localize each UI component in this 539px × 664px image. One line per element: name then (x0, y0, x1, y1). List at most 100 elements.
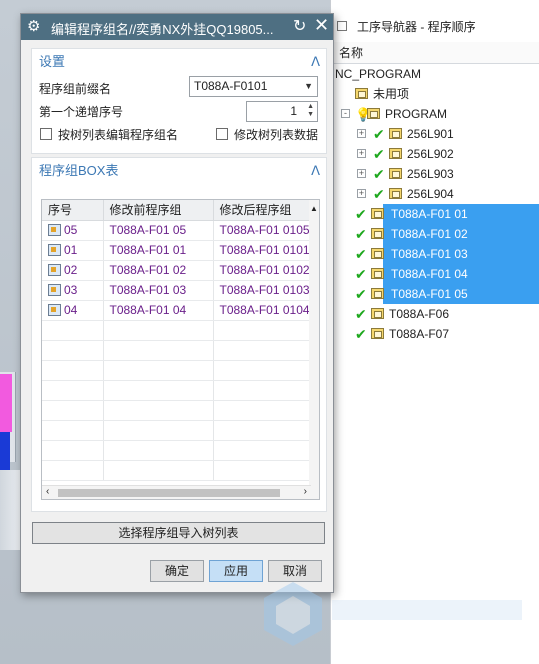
table-row[interactable]: 02 T088A-F01 02 T088A-F01 0102 (42, 260, 312, 281)
gear-icon[interactable]: ⚙ (27, 17, 40, 35)
ok-button[interactable]: 确定 (150, 560, 204, 582)
table-row[interactable] (42, 380, 312, 401)
table-cell[interactable] (42, 440, 104, 461)
scroll-left-icon[interactable]: ‹ (46, 486, 49, 497)
table-cell[interactable] (42, 360, 104, 381)
first-seq-stepper[interactable]: 1 ▲ ▼ (246, 101, 318, 122)
table-row[interactable]: 05 T088A-F01 05 T088A-F01 0105 (42, 220, 312, 241)
table-cell[interactable] (103, 460, 214, 481)
tree-item[interactable]: ✔ T088A-F01 01 (331, 204, 539, 224)
tree-item[interactable]: ✔ T088A-F06 (331, 304, 539, 324)
col-before[interactable]: 修改前程序组 (103, 200, 214, 221)
reset-icon[interactable]: ↻ (293, 16, 306, 36)
table-cell[interactable]: T088A-F01 03 (103, 280, 214, 301)
table-row[interactable] (42, 320, 312, 341)
dropdown-arrow-icon[interactable]: ▼ (304, 77, 313, 96)
table-cell[interactable]: T088A-F01 0103 (213, 280, 312, 301)
table-row[interactable]: 01 T088A-F01 01 T088A-F01 0101 (42, 240, 312, 261)
table-cell[interactable] (103, 440, 214, 461)
table-cell[interactable]: 05 (42, 220, 104, 241)
tree-item[interactable]: 未用项 (331, 84, 539, 104)
table-cell[interactable] (42, 320, 104, 341)
table-row[interactable] (42, 420, 312, 441)
settings-header[interactable]: 设置 ᐱ (32, 49, 326, 74)
tree-item[interactable]: ✔ T088A-F01 05 (331, 284, 539, 304)
stepper-arrows-icon[interactable]: ▲ ▼ (307, 103, 314, 119)
vertical-scrollbar[interactable]: ▲ (309, 200, 319, 499)
import-to-tree-button[interactable]: 选择程序组导入树列表 (32, 522, 325, 544)
table-cell[interactable] (213, 340, 312, 361)
table-cell[interactable] (42, 420, 104, 441)
table-cell[interactable] (42, 460, 104, 481)
tree-item[interactable]: ✔ T088A-F01 04 (331, 264, 539, 284)
table-cell[interactable] (103, 420, 214, 441)
table-cell[interactable]: T088A-F01 05 (103, 220, 214, 241)
table-cell[interactable]: 04 (42, 300, 104, 321)
tree-item[interactable]: ✔ T088A-F01 02 (331, 224, 539, 244)
tree-item[interactable]: + ✔ 256L903 (331, 164, 539, 184)
table-cell[interactable] (103, 360, 214, 381)
table-cell[interactable]: T088A-F01 0105 (213, 220, 312, 241)
table-row[interactable]: 04 T088A-F01 04 T088A-F01 0104 (42, 300, 312, 321)
table-cell[interactable] (103, 380, 214, 401)
chevron-up-icon[interactable]: ᐱ (311, 158, 320, 183)
program-folder-icon (371, 288, 384, 299)
collapse-toggle-icon[interactable]: - (341, 109, 350, 118)
tree-item[interactable]: ✔ T088A-F01 03 (331, 244, 539, 264)
col-after[interactable]: 修改后程序组 (213, 200, 312, 221)
table-cell[interactable] (213, 420, 312, 441)
table-row[interactable]: 03 T088A-F01 03 T088A-F01 0103 (42, 280, 312, 301)
table-cell[interactable] (42, 380, 104, 401)
table-cell[interactable]: T088A-F01 0102 (213, 260, 312, 281)
expand-toggle-icon[interactable]: + (357, 149, 366, 158)
table-cell[interactable]: 01 (42, 240, 104, 261)
expand-toggle-icon[interactable]: + (357, 129, 366, 138)
table-row[interactable] (42, 460, 312, 481)
tree-item[interactable]: - 💡 PROGRAM (331, 104, 539, 124)
table-cell[interactable]: T088A-F01 0104 (213, 300, 312, 321)
prefix-select[interactable]: T088A-F0101 ▼ (189, 76, 318, 97)
table-cell[interactable] (42, 340, 104, 361)
tree-item[interactable]: + ✔ 256L901 (331, 124, 539, 144)
table-cell[interactable] (103, 320, 214, 341)
table-row[interactable] (42, 340, 312, 361)
table-cell[interactable]: T088A-F01 04 (103, 300, 214, 321)
table-cell[interactable] (213, 400, 312, 421)
table-cell[interactable] (213, 380, 312, 401)
chevron-up-icon[interactable]: ᐱ (311, 49, 320, 74)
table-row[interactable] (42, 440, 312, 461)
table-row[interactable] (42, 360, 312, 381)
table-cell[interactable] (213, 440, 312, 461)
close-icon[interactable]: ✕ (314, 15, 329, 36)
table-cell[interactable] (213, 320, 312, 341)
scroll-up-icon[interactable]: ▲ (310, 204, 318, 213)
scroll-right-icon[interactable]: › (304, 486, 307, 497)
tree-item[interactable]: + ✔ 256L904 (331, 184, 539, 204)
col-seq[interactable]: 序号 (42, 200, 104, 221)
table-cell[interactable]: 02 (42, 260, 104, 281)
scroll-thumb[interactable] (58, 489, 280, 497)
modify-tree-checkbox[interactable] (216, 128, 228, 140)
tree-item[interactable]: ✔ T088A-F07 (331, 324, 539, 344)
program-tree: NC_PROGRAM 未用项 - 💡 PROGRAM + ✔ 256L901 + ✔ 256L902… (331, 64, 539, 344)
horizontal-scrollbar[interactable]: ‹ › (42, 485, 311, 499)
table-cell[interactable]: 03 (42, 280, 104, 301)
navigator-column-name[interactable]: 名称 (331, 42, 539, 64)
expand-toggle-icon[interactable]: + (357, 189, 366, 198)
apply-button[interactable]: 应用 (209, 560, 263, 582)
table-cell[interactable] (103, 340, 214, 361)
table-cell[interactable]: T088A-F01 02 (103, 260, 214, 281)
edit-by-tree-checkbox[interactable] (40, 128, 52, 140)
dialog-titlebar[interactable]: ⚙ 编辑程序组名//奕勇NX外挂QQ19805... ↻ ✕ (21, 14, 333, 40)
table-cell[interactable]: T088A-F01 01 (103, 240, 214, 261)
table-cell[interactable] (42, 400, 104, 421)
table-cell[interactable] (103, 400, 214, 421)
table-row[interactable] (42, 400, 312, 421)
table-cell[interactable] (213, 460, 312, 481)
tree-item[interactable]: NC_PROGRAM (331, 64, 539, 84)
box-header[interactable]: 程序组BOX表 ᐱ (32, 158, 326, 183)
table-cell[interactable] (213, 360, 312, 381)
tree-item[interactable]: + ✔ 256L902 (331, 144, 539, 164)
table-cell[interactable]: T088A-F01 0101 (213, 240, 312, 261)
expand-toggle-icon[interactable]: + (357, 169, 366, 178)
